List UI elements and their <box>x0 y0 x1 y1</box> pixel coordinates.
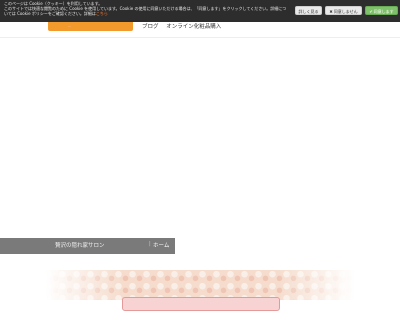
page-title: 贅沢の隠れ家サロン <box>55 243 105 249</box>
cookie-decline-button[interactable]: ✖同意しません <box>325 6 362 15</box>
main-nav: ブログ オンライン化粧品購入 <box>142 22 227 30</box>
pink-banner-box <box>122 297 280 311</box>
breadcrumb-separator: | <box>149 241 151 247</box>
cookie-text-line-3: いては Cookie ポリシーをご確認ください。詳細はこちら <box>4 11 290 16</box>
hero-area <box>0 38 400 238</box>
accept-button-label: 同意します <box>373 9 394 14</box>
site-header: ... ブログ オンライン化粧品購入 <box>0 22 400 38</box>
details-button-label: 詳しく見る <box>298 9 319 14</box>
cookie-details-button[interactable]: 詳しく見る <box>295 6 322 15</box>
x-icon: ✖ <box>329 9 333 14</box>
check-icon: ✔ <box>369 9 373 14</box>
floral-pattern-background <box>45 270 355 300</box>
nav-item-online-cosmetics[interactable]: オンライン化粧品購入 <box>166 24 221 30</box>
decorative-pattern-section <box>0 270 400 311</box>
cookie-policy-link[interactable]: こちら <box>96 11 108 16</box>
page-title-bar: 贅沢の隠れ家サロン | ホーム <box>0 238 175 254</box>
nav-item-blog[interactable]: ブログ <box>142 24 159 30</box>
cookie-text-line-3-body: いては Cookie ポリシーをご確認ください。詳細は <box>4 11 96 17</box>
cookie-message: このページは Cookie（クッキー）を利用しています。 このサイトでは快適な閲… <box>4 1 290 17</box>
breadcrumb-home-link[interactable]: ホーム <box>153 241 169 249</box>
brand-tab-text: ... <box>68 24 71 28</box>
decline-button-label: 同意しません <box>333 9 358 14</box>
cookie-banner: このページは Cookie（クッキー）を利用しています。 このサイトでは快適な閲… <box>0 0 400 22</box>
cookie-accept-button[interactable]: ✔同意します <box>365 6 398 15</box>
brand-tab[interactable]: ... <box>48 22 133 31</box>
